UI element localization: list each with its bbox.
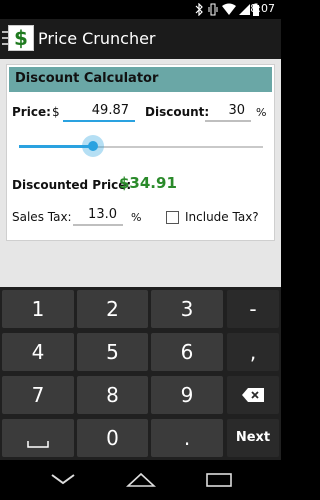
main-content: Discount Calculator Price: $ 49.87 Disco… xyxy=(0,59,281,287)
key-7[interactable]: 7 xyxy=(2,376,74,414)
sales-tax-input[interactable]: 13.0 xyxy=(73,204,123,226)
key-8[interactable]: 8 xyxy=(77,376,148,414)
recents-icon[interactable] xyxy=(206,472,232,488)
key-6[interactable]: 6 xyxy=(151,333,223,371)
key-period[interactable]: . xyxy=(151,419,223,457)
bluetooth-icon xyxy=(195,3,203,16)
key-9[interactable]: 9 xyxy=(151,376,223,414)
key-5[interactable]: 5 xyxy=(77,333,148,371)
discount-calculator-panel: Discount Calculator Price: $ 49.87 Disco… xyxy=(6,64,275,241)
svg-text:$: $ xyxy=(14,26,28,50)
key-4[interactable]: 4 xyxy=(2,333,74,371)
app-logo-icon[interactable]: $ xyxy=(8,25,34,51)
key-minus[interactable]: - xyxy=(227,290,279,328)
panel-title: Discount Calculator xyxy=(15,71,159,86)
key-comma[interactable]: , xyxy=(227,333,279,371)
discounted-price-value: $34.91 xyxy=(119,174,177,192)
key-2[interactable]: 2 xyxy=(77,290,148,328)
discount-percent-unit: % xyxy=(256,106,267,119)
price-input[interactable]: 49.87 xyxy=(63,100,135,122)
discounted-price-label: Discounted Price: xyxy=(12,178,132,192)
include-tax-label[interactable]: Include Tax? xyxy=(185,210,259,224)
key-1[interactable]: 1 xyxy=(2,290,74,328)
status-bar: 8:07 xyxy=(0,0,281,19)
key-0[interactable]: 0 xyxy=(77,419,148,457)
sales-tax-label: Sales Tax: xyxy=(12,210,72,224)
include-tax-checkbox[interactable] xyxy=(166,211,179,224)
app-title: Price Cruncher xyxy=(38,29,156,48)
navigation-bar xyxy=(0,460,281,500)
clock: 8:07 xyxy=(250,2,275,15)
vibrate-icon xyxy=(208,3,218,16)
sales-tax-percent-unit: % xyxy=(131,211,142,224)
wifi-icon xyxy=(222,3,236,15)
space-key[interactable] xyxy=(2,419,74,457)
backspace-key[interactable] xyxy=(227,376,279,414)
action-bar: $ Price Cruncher xyxy=(0,19,281,59)
panel-header: Discount Calculator xyxy=(9,67,272,92)
next-key[interactable]: Next xyxy=(227,419,279,457)
discount-label: Discount: xyxy=(145,105,210,119)
signal-icon xyxy=(239,4,250,15)
space-icon xyxy=(27,441,49,448)
discount-slider-thumb[interactable] xyxy=(88,141,98,151)
backspace-icon xyxy=(242,388,264,402)
key-3[interactable]: 3 xyxy=(151,290,223,328)
numeric-keyboard: 1 2 3 - 4 5 6 , 7 8 9 0 . Next xyxy=(0,287,281,460)
price-label: Price: xyxy=(12,105,51,119)
discount-input[interactable]: 30 xyxy=(205,100,251,122)
home-icon[interactable] xyxy=(126,472,156,488)
currency-symbol: $ xyxy=(52,105,60,119)
back-icon[interactable] xyxy=(50,472,76,486)
